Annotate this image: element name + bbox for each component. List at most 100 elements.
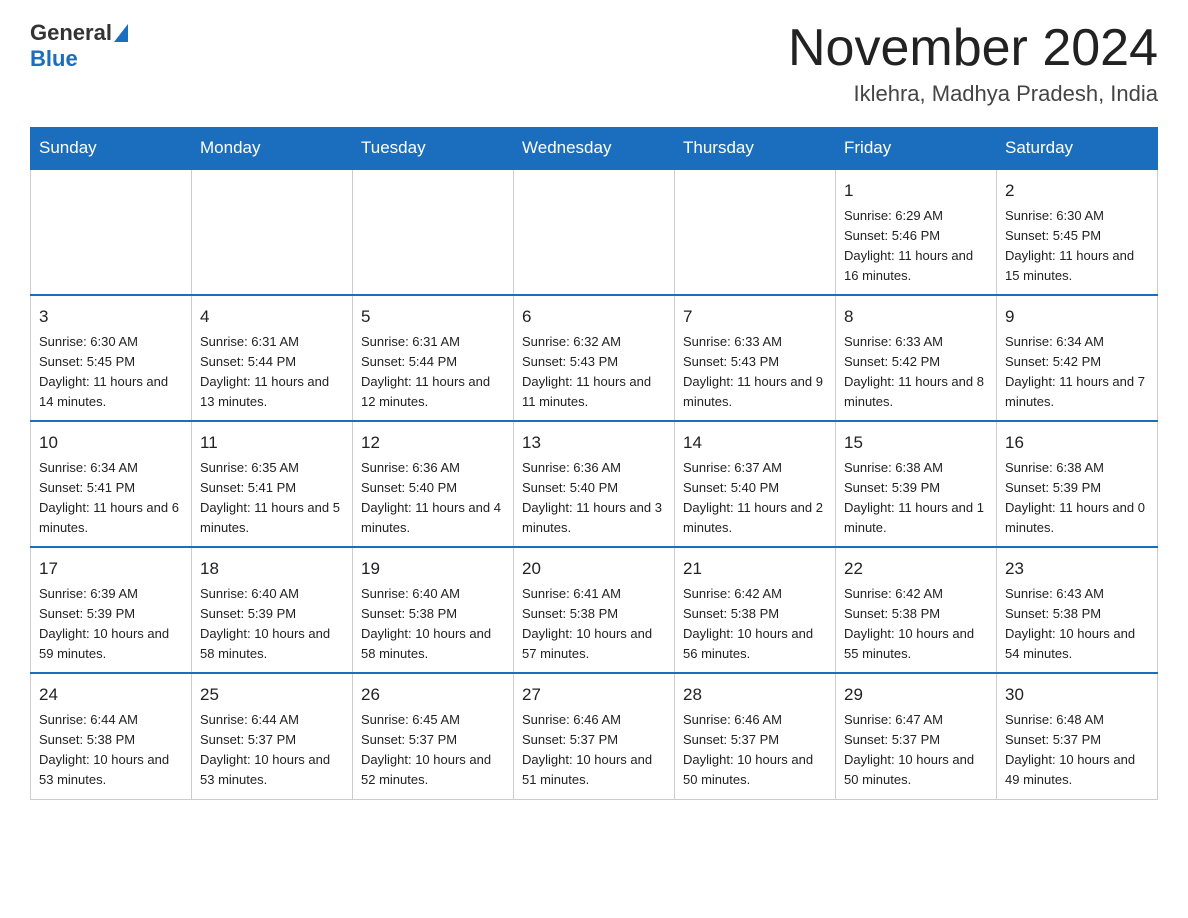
day-number: 22 (844, 556, 988, 582)
day-info: Sunrise: 6:31 AM Sunset: 5:44 PM Dayligh… (361, 332, 505, 413)
day-info: Sunrise: 6:30 AM Sunset: 5:45 PM Dayligh… (39, 332, 183, 413)
day-number: 29 (844, 682, 988, 708)
week-row-3: 10Sunrise: 6:34 AM Sunset: 5:41 PM Dayli… (31, 421, 1158, 547)
day-info: Sunrise: 6:33 AM Sunset: 5:43 PM Dayligh… (683, 332, 827, 413)
page-header: General Blue November 2024 Iklehra, Madh… (30, 20, 1158, 107)
day-info: Sunrise: 6:47 AM Sunset: 5:37 PM Dayligh… (844, 710, 988, 791)
day-number: 3 (39, 304, 183, 330)
day-info: Sunrise: 6:44 AM Sunset: 5:37 PM Dayligh… (200, 710, 344, 791)
day-info: Sunrise: 6:30 AM Sunset: 5:45 PM Dayligh… (1005, 206, 1149, 287)
calendar-cell: 5Sunrise: 6:31 AM Sunset: 5:44 PM Daylig… (353, 295, 514, 421)
calendar-cell: 2Sunrise: 6:30 AM Sunset: 5:45 PM Daylig… (997, 169, 1158, 295)
day-number: 28 (683, 682, 827, 708)
day-number: 25 (200, 682, 344, 708)
calendar-cell: 14Sunrise: 6:37 AM Sunset: 5:40 PM Dayli… (675, 421, 836, 547)
week-row-2: 3Sunrise: 6:30 AM Sunset: 5:45 PM Daylig… (31, 295, 1158, 421)
calendar-cell: 26Sunrise: 6:45 AM Sunset: 5:37 PM Dayli… (353, 673, 514, 799)
calendar-cell (514, 169, 675, 295)
day-info: Sunrise: 6:46 AM Sunset: 5:37 PM Dayligh… (522, 710, 666, 791)
day-info: Sunrise: 6:40 AM Sunset: 5:39 PM Dayligh… (200, 584, 344, 665)
day-info: Sunrise: 6:33 AM Sunset: 5:42 PM Dayligh… (844, 332, 988, 413)
day-info: Sunrise: 6:40 AM Sunset: 5:38 PM Dayligh… (361, 584, 505, 665)
day-info: Sunrise: 6:37 AM Sunset: 5:40 PM Dayligh… (683, 458, 827, 539)
day-number: 12 (361, 430, 505, 456)
day-info: Sunrise: 6:44 AM Sunset: 5:38 PM Dayligh… (39, 710, 183, 791)
day-header-saturday: Saturday (997, 128, 1158, 170)
day-header-tuesday: Tuesday (353, 128, 514, 170)
day-number: 26 (361, 682, 505, 708)
calendar-cell (192, 169, 353, 295)
calendar-cell: 28Sunrise: 6:46 AM Sunset: 5:37 PM Dayli… (675, 673, 836, 799)
day-header-monday: Monday (192, 128, 353, 170)
day-number: 7 (683, 304, 827, 330)
day-info: Sunrise: 6:42 AM Sunset: 5:38 PM Dayligh… (844, 584, 988, 665)
week-row-5: 24Sunrise: 6:44 AM Sunset: 5:38 PM Dayli… (31, 673, 1158, 799)
calendar-cell: 3Sunrise: 6:30 AM Sunset: 5:45 PM Daylig… (31, 295, 192, 421)
day-number: 15 (844, 430, 988, 456)
calendar-cell: 20Sunrise: 6:41 AM Sunset: 5:38 PM Dayli… (514, 547, 675, 673)
calendar-cell: 12Sunrise: 6:36 AM Sunset: 5:40 PM Dayli… (353, 421, 514, 547)
day-number: 16 (1005, 430, 1149, 456)
day-number: 10 (39, 430, 183, 456)
day-header-sunday: Sunday (31, 128, 192, 170)
day-number: 4 (200, 304, 344, 330)
day-number: 6 (522, 304, 666, 330)
day-number: 13 (522, 430, 666, 456)
day-number: 20 (522, 556, 666, 582)
calendar-cell (353, 169, 514, 295)
day-number: 19 (361, 556, 505, 582)
title-area: November 2024 Iklehra, Madhya Pradesh, I… (788, 20, 1158, 107)
day-info: Sunrise: 6:46 AM Sunset: 5:37 PM Dayligh… (683, 710, 827, 791)
day-info: Sunrise: 6:48 AM Sunset: 5:37 PM Dayligh… (1005, 710, 1149, 791)
day-info: Sunrise: 6:29 AM Sunset: 5:46 PM Dayligh… (844, 206, 988, 287)
calendar-cell: 13Sunrise: 6:36 AM Sunset: 5:40 PM Dayli… (514, 421, 675, 547)
logo: General Blue (30, 20, 128, 72)
header-row: SundayMondayTuesdayWednesdayThursdayFrid… (31, 128, 1158, 170)
day-info: Sunrise: 6:43 AM Sunset: 5:38 PM Dayligh… (1005, 584, 1149, 665)
day-header-wednesday: Wednesday (514, 128, 675, 170)
day-number: 18 (200, 556, 344, 582)
calendar-cell: 27Sunrise: 6:46 AM Sunset: 5:37 PM Dayli… (514, 673, 675, 799)
calendar-cell: 23Sunrise: 6:43 AM Sunset: 5:38 PM Dayli… (997, 547, 1158, 673)
day-number: 30 (1005, 682, 1149, 708)
calendar-cell: 17Sunrise: 6:39 AM Sunset: 5:39 PM Dayli… (31, 547, 192, 673)
calendar-cell: 19Sunrise: 6:40 AM Sunset: 5:38 PM Dayli… (353, 547, 514, 673)
day-header-friday: Friday (836, 128, 997, 170)
calendar-cell: 15Sunrise: 6:38 AM Sunset: 5:39 PM Dayli… (836, 421, 997, 547)
calendar-cell: 22Sunrise: 6:42 AM Sunset: 5:38 PM Dayli… (836, 547, 997, 673)
calendar-cell: 11Sunrise: 6:35 AM Sunset: 5:41 PM Dayli… (192, 421, 353, 547)
day-number: 21 (683, 556, 827, 582)
calendar-cell: 6Sunrise: 6:32 AM Sunset: 5:43 PM Daylig… (514, 295, 675, 421)
calendar-cell: 25Sunrise: 6:44 AM Sunset: 5:37 PM Dayli… (192, 673, 353, 799)
calendar-cell: 30Sunrise: 6:48 AM Sunset: 5:37 PM Dayli… (997, 673, 1158, 799)
day-number: 23 (1005, 556, 1149, 582)
day-number: 27 (522, 682, 666, 708)
day-info: Sunrise: 6:38 AM Sunset: 5:39 PM Dayligh… (844, 458, 988, 539)
calendar-cell: 4Sunrise: 6:31 AM Sunset: 5:44 PM Daylig… (192, 295, 353, 421)
day-info: Sunrise: 6:34 AM Sunset: 5:41 PM Dayligh… (39, 458, 183, 539)
day-number: 24 (39, 682, 183, 708)
week-row-1: 1Sunrise: 6:29 AM Sunset: 5:46 PM Daylig… (31, 169, 1158, 295)
calendar-cell: 18Sunrise: 6:40 AM Sunset: 5:39 PM Dayli… (192, 547, 353, 673)
day-number: 1 (844, 178, 988, 204)
calendar-cell (31, 169, 192, 295)
day-info: Sunrise: 6:38 AM Sunset: 5:39 PM Dayligh… (1005, 458, 1149, 539)
day-info: Sunrise: 6:32 AM Sunset: 5:43 PM Dayligh… (522, 332, 666, 413)
day-info: Sunrise: 6:31 AM Sunset: 5:44 PM Dayligh… (200, 332, 344, 413)
calendar-cell: 7Sunrise: 6:33 AM Sunset: 5:43 PM Daylig… (675, 295, 836, 421)
calendar-subtitle: Iklehra, Madhya Pradesh, India (788, 81, 1158, 107)
logo-blue-text: Blue (30, 46, 78, 72)
day-number: 5 (361, 304, 505, 330)
day-header-thursday: Thursday (675, 128, 836, 170)
day-info: Sunrise: 6:42 AM Sunset: 5:38 PM Dayligh… (683, 584, 827, 665)
day-info: Sunrise: 6:41 AM Sunset: 5:38 PM Dayligh… (522, 584, 666, 665)
day-info: Sunrise: 6:36 AM Sunset: 5:40 PM Dayligh… (522, 458, 666, 539)
day-number: 2 (1005, 178, 1149, 204)
day-number: 9 (1005, 304, 1149, 330)
day-info: Sunrise: 6:36 AM Sunset: 5:40 PM Dayligh… (361, 458, 505, 539)
calendar-table: SundayMondayTuesdayWednesdayThursdayFrid… (30, 127, 1158, 799)
calendar-cell: 1Sunrise: 6:29 AM Sunset: 5:46 PM Daylig… (836, 169, 997, 295)
calendar-title: November 2024 (788, 20, 1158, 77)
calendar-cell: 8Sunrise: 6:33 AM Sunset: 5:42 PM Daylig… (836, 295, 997, 421)
calendar-cell: 16Sunrise: 6:38 AM Sunset: 5:39 PM Dayli… (997, 421, 1158, 547)
